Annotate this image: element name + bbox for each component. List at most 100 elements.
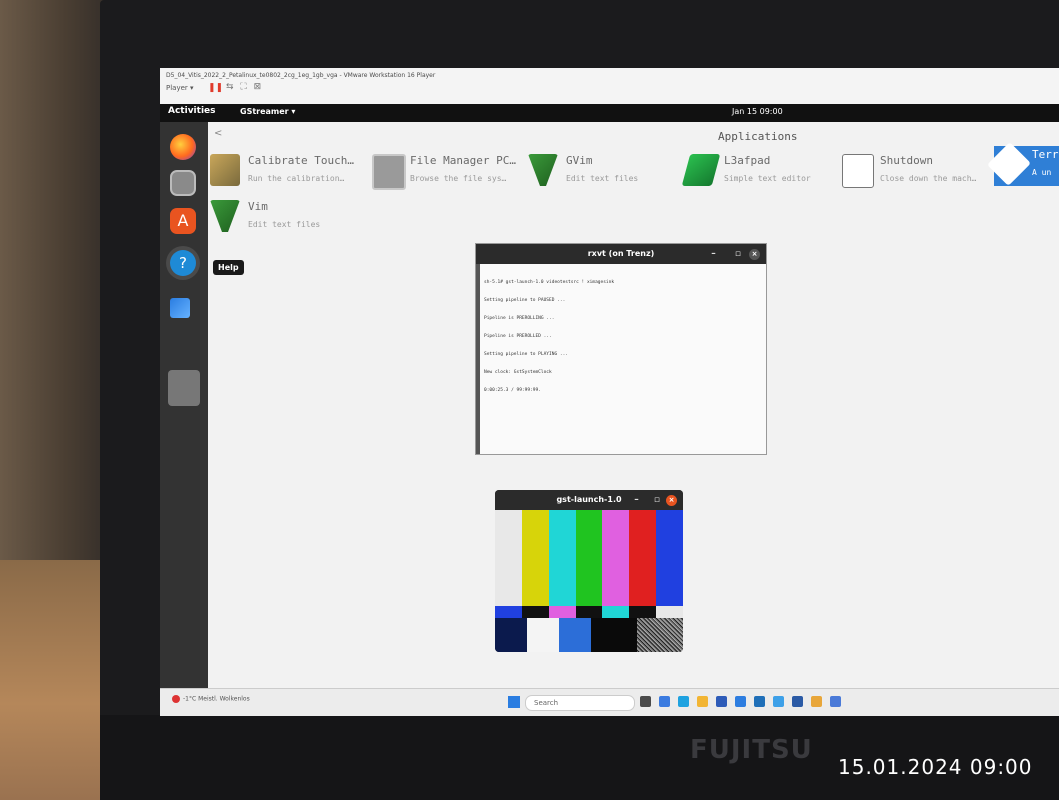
window-controls[interactable]: – ▫: [711, 249, 749, 259]
color-block: [559, 618, 591, 652]
scrollbar[interactable]: [476, 264, 480, 454]
rxvt-titlebar[interactable]: rxvt (on Trenz) – ▫ ×: [476, 244, 766, 264]
app-description: Edit text files: [248, 220, 321, 229]
noise-block: [637, 618, 683, 652]
fujitsu-logo: FUJITSU: [690, 735, 813, 765]
taskbar-app-icon[interactable]: [735, 696, 746, 707]
color-block: [591, 618, 637, 652]
color-bar: [575, 510, 603, 606]
app-l3afpad[interactable]: L3afpad Simple text editor: [681, 152, 854, 196]
color-bar-mid: [521, 606, 549, 618]
touch-calibration-icon: [210, 154, 240, 186]
photo-timestamp: 15.01.2024 09:00: [838, 755, 1033, 779]
taskbar-app-icon[interactable]: [773, 696, 784, 707]
terminal-icon: [987, 142, 1031, 186]
color-bar-mid: [602, 606, 630, 618]
app-name: Calibrate Touch…: [248, 154, 354, 167]
terminal-line: Pipeline is PREROLLING ...: [484, 316, 555, 321]
app-gvim[interactable]: GVim Edit text files: [528, 152, 696, 196]
shutdown-icon: [842, 154, 874, 188]
app-description: Browse the file sys…: [410, 174, 507, 183]
vmware-window-title: D5_04_Vitis_2022_2_Petalinux_te0802_2cg_…: [166, 72, 436, 79]
window-controls[interactable]: – ▫: [634, 495, 666, 505]
gnome-top-bar: Activities GStreamer ▾ Jan 15 09:00: [160, 104, 1059, 122]
rxvt-terminal-window[interactable]: rxvt (on Trenz) – ▫ × sh-5.1# gst-launch-…: [476, 244, 766, 454]
taskbar-app-icon[interactable]: [678, 696, 689, 707]
close-icon[interactable]: ×: [749, 249, 760, 260]
weather-icon: [172, 695, 180, 703]
terminal-line: sh-5.1# gst-launch-1.0 videotestsrc ! xi…: [484, 280, 615, 285]
help-icon[interactable]: ?: [170, 250, 196, 276]
terminal-line: 0:00:25.3 / 99:99:99.: [484, 388, 541, 393]
applications-title: Applications: [718, 130, 798, 143]
gst-title: gst-launch-1.0: [556, 495, 622, 504]
app-description: Close down the mach…: [880, 174, 977, 183]
app-description: Run the calibration…: [248, 174, 345, 183]
close-icon[interactable]: ×: [666, 495, 677, 506]
app-description: Edit text files: [566, 174, 639, 183]
color-bar: [602, 510, 630, 606]
taskbar-search[interactable]: Search: [525, 695, 635, 711]
app-name: L3afpad: [724, 154, 771, 167]
app-vim[interactable]: Vim Edit text files: [210, 198, 378, 242]
vm-toolbar-icons[interactable]: ⇆ ⛶ ⊠: [226, 82, 263, 92]
terminal-text: sh-5.1# gst-launch-1.0 videotestsrc ! xi…: [484, 268, 614, 406]
taskbar-app-icon[interactable]: [697, 696, 708, 707]
windows-taskbar: -1°C Meistl. Wolkenlos Search: [160, 688, 1059, 716]
app-shutdown[interactable]: Shutdown Close down the mach…: [842, 152, 1010, 196]
files-icon[interactable]: [170, 170, 196, 196]
taskbar-app-icon[interactable]: [754, 696, 765, 707]
help-tooltip: Help: [213, 260, 244, 275]
color-block: [495, 618, 527, 652]
file-cabinet-icon: [372, 154, 406, 190]
applications-view: < Applications Calibrate Touch… Run the …: [208, 122, 1059, 688]
laptop-screen: D5_04_Vitis_2022_2_Petalinux_te0802_2cg_…: [160, 68, 1059, 716]
gst-launch-window[interactable]: gst-launch-1.0 – ▫ ×: [495, 490, 683, 652]
pause-icon[interactable]: ❚❚: [208, 83, 223, 93]
app-terminal-selected[interactable]: Terr A un: [987, 142, 1059, 186]
software-store-icon[interactable]: A: [170, 208, 196, 234]
firefox-icon[interactable]: [170, 134, 196, 160]
color-bar: [656, 510, 683, 606]
app-calibrate-touch[interactable]: Calibrate Touch… Run the calibration…: [210, 152, 378, 196]
color-bar: [548, 510, 576, 606]
app-name: Terr: [1032, 148, 1059, 161]
activities-button[interactable]: Activities: [168, 106, 216, 116]
rxvt-title: rxvt (on Trenz): [587, 249, 655, 258]
taskbar-app-icon[interactable]: [659, 696, 670, 707]
leafpad-icon: [681, 154, 721, 186]
gst-titlebar[interactable]: gst-launch-1.0 – ▫ ×: [495, 490, 683, 510]
color-bar-mid: [548, 606, 576, 618]
app-name: GVim: [566, 154, 593, 167]
taskbar-app-icon[interactable]: [792, 696, 803, 707]
windows-start-icon[interactable]: [508, 696, 520, 708]
app-name: Vim: [248, 200, 268, 213]
color-bar-mid: [495, 606, 522, 618]
terminal-line: Setting pipeline to PAUSED ...: [484, 298, 566, 303]
back-arrow-icon[interactable]: <: [214, 128, 222, 139]
app-name: Shutdown: [880, 154, 933, 167]
clock[interactable]: Jan 15 09:00: [732, 107, 783, 116]
test-pattern: [495, 510, 683, 652]
player-menu[interactable]: Player ▾: [166, 84, 194, 92]
taskbar-app-icon[interactable]: [716, 696, 727, 707]
color-bar-mid: [629, 606, 657, 618]
color-bar-mid: [575, 606, 603, 618]
network-icon[interactable]: [170, 298, 190, 318]
weather-temp: -1°C: [183, 695, 197, 703]
app-description: A un: [1032, 168, 1052, 177]
taskbar-app-icon[interactable]: [830, 696, 841, 707]
app-file-manager[interactable]: File Manager PC… Browse the file sys…: [372, 152, 540, 196]
color-bar-mid: [656, 606, 683, 618]
terminal-line: Setting pipeline to PLAYING ...: [484, 352, 568, 357]
vmware-titlebar: D5_04_Vitis_2022_2_Petalinux_te0802_2cg_…: [160, 68, 1059, 104]
weather-widget[interactable]: -1°C Meistl. Wolkenlos: [172, 695, 250, 703]
vim-icon: [210, 200, 240, 232]
color-bar: [629, 510, 657, 606]
taskbar-app-icon[interactable]: [640, 696, 651, 707]
terminal-line: Pipeline is PREROLLED ...: [484, 334, 552, 339]
taskbar-app-icon[interactable]: [811, 696, 822, 707]
color-bar: [521, 510, 549, 606]
terminal-output[interactable]: sh-5.1# gst-launch-1.0 videotestsrc ! xi…: [476, 264, 766, 454]
app-menu[interactable]: GStreamer ▾: [240, 107, 295, 116]
